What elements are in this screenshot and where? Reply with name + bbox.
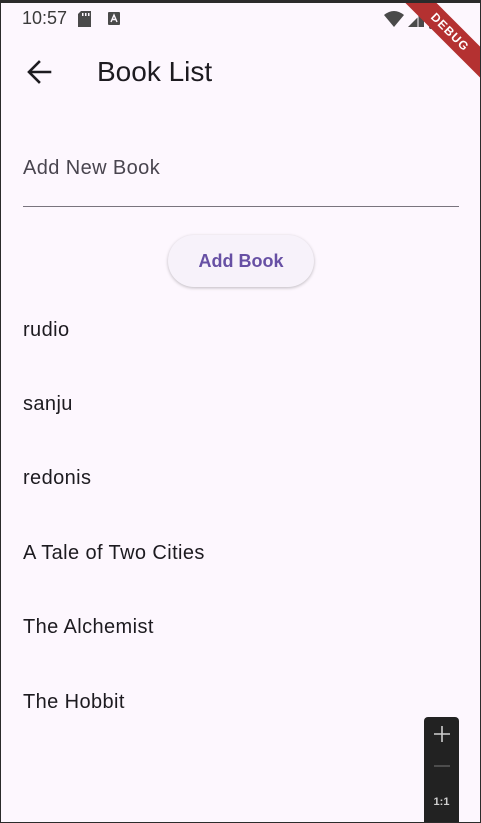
list-item[interactable]: The Hobbit	[1, 665, 480, 739]
add-book-input[interactable]	[23, 143, 459, 206]
list-item[interactable]: The Alchemist	[1, 591, 480, 665]
list-item[interactable]: A Tale of Two Cities	[1, 516, 480, 590]
list-item[interactable]: rudio	[1, 293, 480, 367]
zoom-out-button[interactable]	[424, 753, 459, 783]
list-item[interactable]: sanju	[1, 367, 480, 441]
add-book-button[interactable]: Add Book	[168, 235, 314, 287]
arrow-back-icon	[26, 59, 52, 90]
app-screen: 10:57 DEBUG Book List Add New Book Add B…	[0, 0, 481, 823]
book-list: rudio sanju redonis A Tale of Two Cities…	[1, 293, 480, 739]
minus-icon	[433, 757, 451, 780]
zoom-in-button[interactable]	[424, 721, 459, 751]
app-bar: Book List	[1, 39, 480, 109]
zoom-reset-button[interactable]: 1:1	[424, 789, 459, 815]
add-book-field[interactable]	[23, 143, 459, 207]
accessibility-a-icon	[108, 12, 120, 25]
page-title: Book List	[97, 56, 213, 87]
zoom-control: 1:1	[424, 717, 459, 822]
wifi-icon	[384, 11, 404, 27]
plus-icon	[433, 725, 451, 748]
status-time: 10:57	[22, 8, 68, 28]
list-item[interactable]: redonis	[1, 442, 480, 516]
back-button[interactable]	[15, 52, 63, 96]
status-bar: 10:57 DEBUG	[1, 3, 480, 83]
sd-card-icon	[78, 11, 91, 27]
